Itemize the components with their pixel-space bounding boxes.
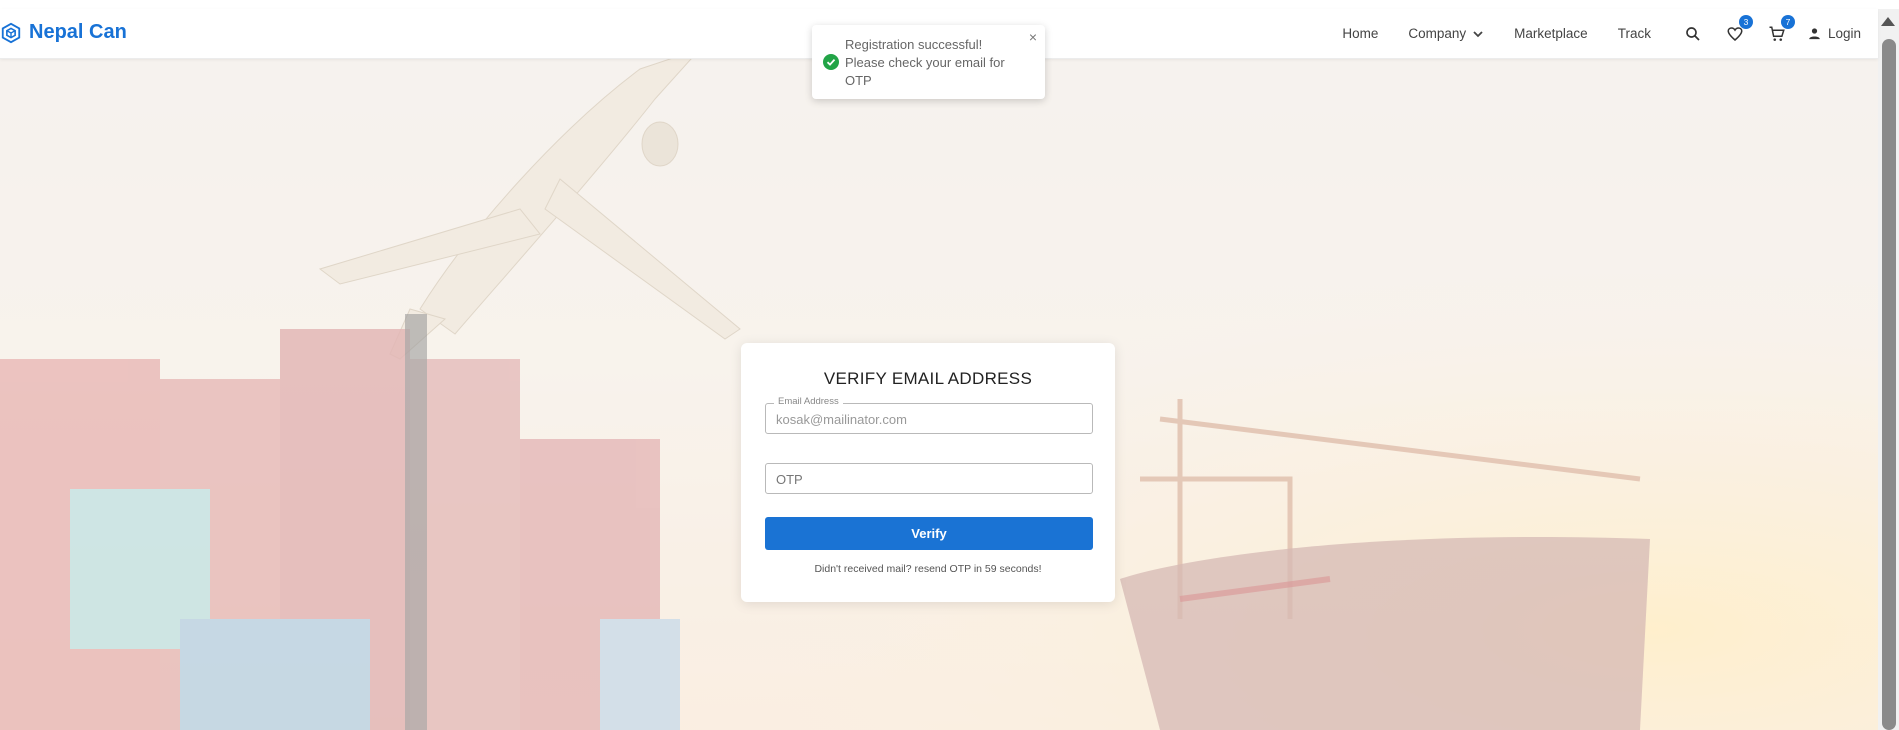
nav-home[interactable]: Home: [1342, 26, 1378, 41]
email-field-value: kosak@mailinator.com: [776, 412, 907, 427]
search-icon: [1686, 26, 1700, 41]
resend-otp-text: Didn't received mail? resend OTP in 59 s…: [814, 563, 1042, 575]
verify-title: VERIFY EMAIL ADDRESS: [823, 369, 1033, 388]
toast-close-button[interactable]: ×: [1029, 29, 1037, 45]
nav-links: Home Company Marketplace Track 3 7 Login: [1342, 9, 1878, 58]
user-icon: [1809, 28, 1820, 40]
verify-button[interactable]: Verify: [765, 517, 1093, 550]
nav-marketplace[interactable]: Marketplace: [1514, 26, 1588, 41]
success-toast: Registration successful! Please check yo…: [812, 25, 1045, 99]
cart-badge: 7: [1780, 14, 1795, 29]
search-button[interactable]: [1681, 22, 1705, 46]
email-field-label: Email Address: [774, 396, 843, 407]
email-field[interactable]: Email Address kosak@mailinator.com: [765, 396, 1093, 434]
toast-message: Registration successful! Please check yo…: [845, 37, 1005, 88]
cart-button[interactable]: 7: [1765, 14, 1795, 46]
nav-track[interactable]: Track: [1618, 26, 1651, 41]
scrollbar[interactable]: [1878, 9, 1899, 730]
nav-company-label: Company: [1408, 26, 1467, 41]
otp-field[interactable]: OTP: [765, 463, 1093, 494]
cube-logo-icon: [1, 22, 21, 43]
otp-placeholder: OTP: [776, 472, 803, 487]
check-circle-icon: [823, 54, 839, 70]
wishlist-button[interactable]: 3: [1723, 14, 1753, 46]
login-button[interactable]: Login: [1807, 26, 1861, 41]
nav-company[interactable]: Company: [1408, 26, 1484, 41]
brand[interactable]: Nepal Can: [0, 21, 127, 44]
login-label: Login: [1827, 26, 1861, 41]
verify-email-card: VERIFY EMAIL ADDRESS Email Address kosak…: [741, 343, 1115, 602]
scroll-thumb[interactable]: [1882, 39, 1896, 730]
wishlist-badge: 3: [1738, 14, 1753, 29]
chevron-down-icon: [1473, 30, 1483, 37]
scroll-up-arrow[interactable]: [1881, 17, 1895, 26]
brand-name: Nepal Can: [29, 21, 127, 43]
